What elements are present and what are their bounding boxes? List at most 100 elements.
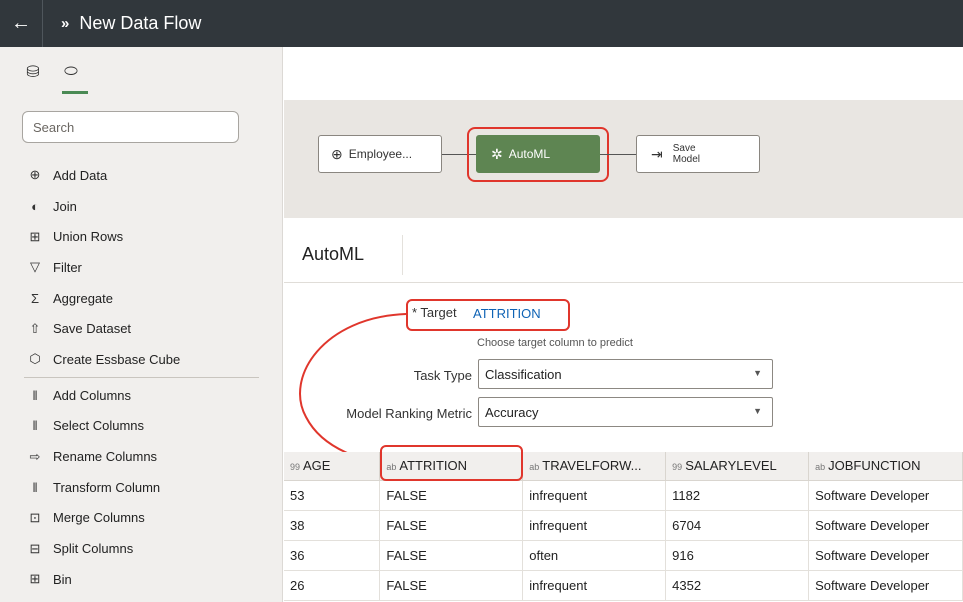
tab-steps[interactable]: ⬭ (60, 61, 82, 83)
connector-line (600, 154, 636, 155)
merge-columns-icon: ⊡ (29, 509, 41, 525)
save-model-icon: ⇥ (651, 145, 663, 162)
sidebar-divider (24, 376, 259, 378)
table-cell: Software Developer (808, 480, 963, 511)
sidebar-item-join[interactable]: ◐ Join (0, 191, 282, 222)
sidebar-item-bin[interactable]: ⊞ Bin (0, 564, 282, 595)
divider (402, 235, 403, 275)
table-cell: Software Developer (808, 510, 963, 541)
rename-columns-icon: ⇨ (29, 448, 41, 464)
sidebar-item-label: Join (53, 198, 77, 214)
table-row: 26 FALSE infrequent 4352 Software Developer (284, 570, 963, 601)
add-columns-icon: ‖ (32, 387, 38, 403)
table-cell: infrequent (522, 570, 667, 601)
table-cell: Software Developer (808, 570, 963, 601)
sidebar-item-label: Transform Column (53, 479, 161, 495)
sidebar-item-save-dataset[interactable]: ⇧ Save Dataset (0, 313, 282, 344)
filter-icon: ▽ (30, 259, 40, 275)
highlight-ring (380, 445, 523, 481)
table-cell: 6704 (665, 510, 810, 541)
step-panel-header: AutoML (284, 225, 963, 283)
page-title: New Data Flow (79, 13, 202, 33)
column-name: AGE (303, 458, 331, 474)
sidebar-item-union-rows[interactable]: ⊞ Union Rows (0, 221, 282, 252)
step-title: AutoML (302, 244, 365, 264)
ranking-metric-select[interactable]: Accuracy ▼ (478, 397, 773, 427)
column-header[interactable]: 99 SALARYLEVEL (665, 452, 810, 481)
column-type-badge: 99 (290, 462, 301, 473)
task-type-label: Task Type (413, 368, 472, 383)
column-name: JOBFUNCTION (828, 458, 921, 474)
table-row: 38 FALSE infrequent 6704 Software Developer (284, 510, 963, 541)
save-dataset-icon: ⇧ (29, 320, 41, 336)
sidebar-item-add-columns[interactable]: ‖ Add Columns (0, 380, 282, 411)
sidebar-item-rename-columns[interactable]: ⇨ Rename Columns (0, 441, 282, 472)
column-header[interactable]: ab TRAVELFORW... (522, 452, 667, 481)
sidebar-item-filter[interactable]: ▽ Filter (0, 252, 282, 283)
ranking-metric-label: Model Ranking Metric (346, 406, 472, 421)
bin-icon: ⊞ (29, 571, 41, 587)
task-type-select[interactable]: Classification ▼ (478, 359, 773, 389)
sidebar-item-label: Create Essbase Cube (53, 351, 181, 367)
sidebar-item-label: Filter (53, 259, 82, 275)
tab-data[interactable]: ⛁ (22, 61, 44, 83)
arrow-left-icon: ← (11, 12, 31, 34)
table-cell: 53 (284, 480, 381, 511)
table-cell: FALSE (379, 540, 524, 571)
back-button[interactable]: ← (0, 0, 42, 47)
database-icon: ⛁ (26, 64, 40, 81)
automl-icon: ✲ (491, 145, 503, 162)
sidebar-item-select-columns[interactable]: ‖ Select Columns (0, 411, 282, 442)
table-cell: infrequent (522, 480, 667, 511)
cube-icon: ⬡ (29, 351, 41, 367)
sidebar-item-merge-columns[interactable]: ⊡ Merge Columns (0, 503, 282, 534)
column-header[interactable]: ab JOBFUNCTION (808, 452, 963, 481)
chevron-down-icon: ▼ (753, 368, 762, 378)
target-hint: Choose target column to predict (477, 337, 633, 349)
column-type-badge: ab (815, 462, 826, 473)
target-label: * Target (412, 305, 457, 320)
table-cell: 916 (665, 540, 810, 571)
table-cell: FALSE (379, 480, 524, 511)
node-label: Save Model (673, 143, 700, 165)
sidebar-item-group[interactable]: ⁘Group (0, 595, 282, 602)
node-employee[interactable]: ⊕ Employee... (318, 135, 442, 173)
sidebar-item-label: Select Columns (53, 418, 145, 434)
column-name: SALARYLEVEL (685, 458, 777, 474)
table-cell: 1182 (665, 480, 810, 511)
ranking-metric-value: Accuracy (485, 405, 539, 420)
steps-sidebar: ⛁ ⬭ Search ⊕ Add Data ◐ Join ⊞ Union Rows ▽ Fil… (0, 47, 283, 602)
table-cell: infrequent (522, 510, 667, 541)
node-save-model[interactable]: ⇥ Save Model (636, 135, 760, 173)
add-data-icon: ⊕ (29, 167, 41, 183)
node-automl[interactable]: ✲ AutoML (476, 135, 600, 173)
sidebar-tabs: ⛁ ⬭ (0, 47, 282, 97)
sidebar-item-split-columns[interactable]: ⊟ Split Columns (0, 533, 282, 564)
sidebar-item-label: Rename Columns (53, 449, 158, 465)
node-label-line2: Model (672, 154, 700, 165)
table-cell: 36 (284, 540, 381, 571)
chevron-down-icon: ▼ (753, 406, 762, 416)
table-cell: Software Developer (808, 540, 963, 571)
app-logo: » (61, 15, 69, 32)
sidebar-item-label: Aggregate (53, 290, 113, 306)
sidebar-item-label: Split Columns (53, 541, 134, 557)
column-header[interactable]: 99 AGE (284, 452, 381, 481)
target-column-link[interactable]: ATTRITION (473, 306, 541, 321)
sidebar-item-transform-column[interactable]: ‖ Transform Column (0, 472, 282, 503)
sidebar-item-aggregate[interactable]: Σ Aggregate (0, 283, 282, 314)
active-tab-indicator (62, 91, 88, 94)
flow-canvas: ⊕ Employee... ✲ AutoML ⇥ Save Model (284, 100, 963, 218)
step-list: ⊕ Add Data ◐ Join ⊞ Union Rows ▽ Filter Σ Aggrega… (0, 160, 282, 602)
transform-column-icon: ‖ (32, 479, 38, 495)
sidebar-item-label: Save Dataset (53, 321, 132, 337)
sidebar-item-create-essbase-cube[interactable]: ⬡ Create Essbase Cube (0, 344, 282, 375)
node-label: AutoML (508, 147, 551, 161)
column-type-badge: ab (529, 462, 540, 473)
step-icon: ⬭ (64, 63, 78, 80)
sidebar-item-label: Add Columns (53, 387, 132, 403)
table-cell: FALSE (379, 510, 524, 541)
sidebar-item-add-data[interactable]: ⊕ Add Data (0, 160, 282, 191)
search-input[interactable]: Search (22, 111, 239, 143)
main-area: ⊕ Employee... ✲ AutoML ⇥ Save Model Auto… (284, 47, 963, 602)
